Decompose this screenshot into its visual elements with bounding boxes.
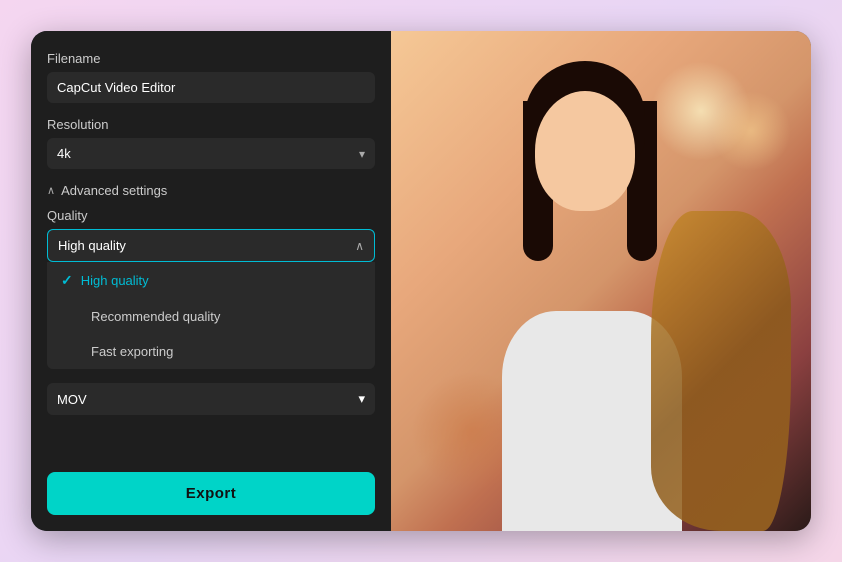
main-card: Filename Resolution 4k ▾ ∧ Advanced sett… — [31, 31, 811, 531]
format-chevron-icon: ▾ — [358, 391, 365, 407]
quality-option-fast[interactable]: Fast exporting — [47, 334, 375, 369]
advanced-caret-icon: ∧ — [47, 184, 55, 197]
export-button[interactable]: Export — [47, 472, 375, 515]
left-panel: Filename Resolution 4k ▾ ∧ Advanced sett… — [31, 31, 391, 531]
right-panel — [391, 31, 811, 531]
filename-input[interactable] — [47, 72, 375, 103]
quality-option-fast-label: Fast exporting — [91, 344, 173, 359]
quality-option-high-label: High quality — [81, 273, 149, 288]
person-face-area — [505, 51, 665, 251]
quality-option-recommended[interactable]: Recommended quality — [47, 299, 375, 334]
face-oval — [535, 91, 635, 211]
advanced-settings-label: Advanced settings — [61, 183, 167, 198]
resolution-dropdown[interactable]: 4k ▾ — [47, 138, 375, 169]
quality-dropdown-trigger[interactable]: High quality ∧ — [47, 229, 375, 262]
quality-dropdown-menu: ✓ High quality Recommended quality Fast … — [47, 262, 375, 369]
format-dropdown[interactable]: MOV ▾ — [47, 383, 375, 415]
quality-option-high[interactable]: ✓ High quality — [47, 262, 375, 299]
advanced-settings-toggle[interactable]: ∧ Advanced settings — [47, 183, 375, 198]
quality-label: Quality — [47, 208, 375, 223]
light-blob-2 — [711, 91, 791, 171]
format-value: MOV — [57, 392, 87, 407]
resolution-chevron-icon: ▾ — [359, 147, 365, 161]
resolution-label: Resolution — [47, 117, 375, 132]
guitar — [651, 211, 791, 531]
quality-option-recommended-label: Recommended quality — [91, 309, 220, 324]
quality-dropdown-container: High quality ∧ ✓ High quality Recommende… — [47, 229, 375, 369]
quality-selected-value: High quality — [58, 238, 126, 253]
quality-chevron-up-icon: ∧ — [355, 239, 364, 253]
filename-label: Filename — [47, 51, 375, 66]
checkmark-icon: ✓ — [61, 272, 73, 289]
resolution-value: 4k — [57, 146, 71, 161]
